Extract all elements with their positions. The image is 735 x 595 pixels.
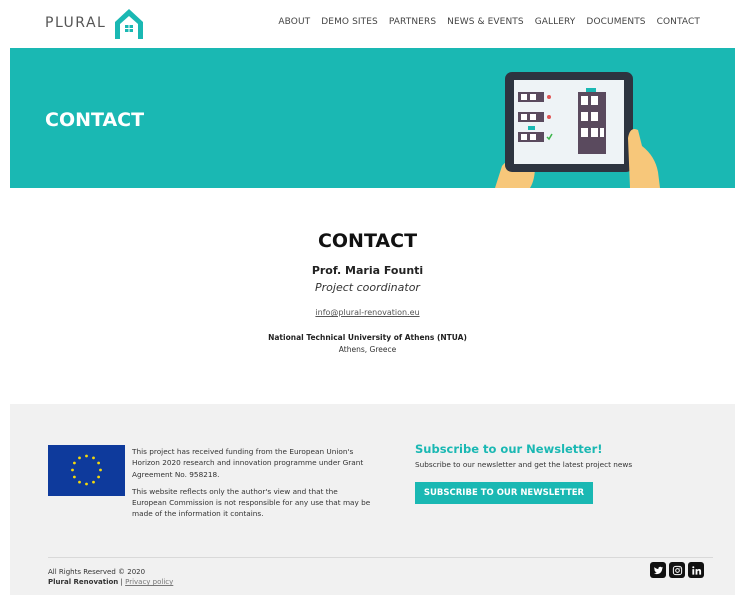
privacy-policy-link[interactable]: Privacy policy [125,578,173,586]
footer-divider [48,557,713,558]
nav-demo-sites[interactable]: DEMO SITES [321,17,378,27]
nav-gallery[interactable]: GALLERY [535,17,576,27]
social-links [650,562,704,578]
contact-email-link[interactable]: info@plural-renovation.eu [0,308,735,317]
funding-disclaimer: This project has received funding from t… [132,446,372,520]
nav-documents[interactable]: DOCUMENTS [586,17,645,27]
logo-text: PLURAL [45,15,107,31]
twitter-icon[interactable] [650,562,666,578]
newsletter-description: Subscribe to our newsletter and get the … [415,460,633,469]
nav-news-events[interactable]: NEWS & EVENTS [447,17,524,27]
linkedin-icon[interactable] [688,562,704,578]
nav-partners[interactable]: PARTNERS [389,17,436,27]
hero-banner: CONTACT [10,48,735,188]
tablet-building-icon [495,72,660,188]
eu-flag-icon [48,445,125,496]
funding-text: This project has received funding from t… [132,447,364,479]
coordinator-role: Project coordinator [315,281,420,294]
nav-about[interactable]: ABOUT [278,17,310,27]
nav-contact[interactable]: CONTACT [657,17,700,27]
company-name: Plural Renovation [48,578,119,586]
organization-location: Athens, Greece [338,345,397,354]
contact-heading: CONTACT [317,230,418,252]
contact-section: CONTACT Prof. Maria Founti Project coord… [10,188,735,404]
main-nav: ABOUT DEMO SITES PARTNERS NEWS & EVENTS … [278,17,700,27]
instagram-icon[interactable] [669,562,685,578]
organization-name: National Technical University of Athens … [268,333,467,342]
hero-title: CONTACT [45,109,145,131]
newsletter-title: Subscribe to our Newsletter! [415,442,603,456]
subscribe-newsletter-button[interactable]: SUBSCRIBE TO OUR NEWSLETTER [415,482,593,504]
site-footer: This project has received funding from t… [10,404,735,595]
footer-separator: | [120,578,123,586]
house-logo-icon [115,9,144,39]
coordinator-name: Prof. Maria Founti [311,264,424,277]
site-header: PLURAL ABOUT DEMO SITES PARTNERS NEWS & … [0,0,735,48]
copyright-text: All Rights Reserved © 2020 [48,568,146,576]
disclaimer-text: This website reflects only the author's … [132,486,371,519]
copyright-block: All Rights Reserved © 2020 Plural Renova… [48,567,173,587]
site-logo[interactable]: PLURAL [45,4,146,42]
